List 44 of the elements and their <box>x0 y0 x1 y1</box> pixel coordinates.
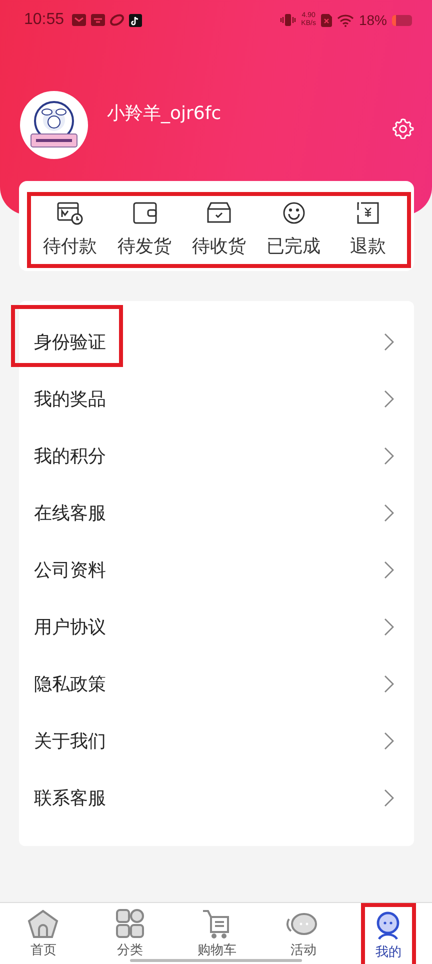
menu-item[interactable]: 关于我们 <box>19 712 414 769</box>
settings-icon[interactable] <box>392 117 414 139</box>
menu-item[interactable]: 用户协议 <box>19 598 414 655</box>
chevron-right-icon <box>384 560 394 578</box>
wifi-icon <box>336 14 354 26</box>
menu-item[interactable]: 公司资料 <box>19 541 414 598</box>
sim-icon <box>320 14 332 26</box>
order-status-button[interactable]: 待付款 <box>35 200 105 258</box>
menu-item[interactable]: 身份验证 <box>19 313 414 370</box>
wallet-icon <box>130 200 158 226</box>
chevron-right-icon <box>384 504 394 522</box>
chevron-right-icon <box>384 390 394 408</box>
menu-item[interactable]: 我的奖品 <box>19 370 414 427</box>
box-icon <box>205 200 233 226</box>
bill-clock-icon <box>56 200 84 226</box>
battery-percent: 18% <box>358 12 387 28</box>
music-app-icon <box>129 14 142 26</box>
vibrate-icon <box>280 13 296 27</box>
home-icon <box>26 908 60 938</box>
tab-item[interactable]: 我的 <box>360 903 416 964</box>
chevron-right-icon <box>384 788 394 806</box>
order-status-button[interactable]: 退款 <box>333 200 403 258</box>
order-status-button[interactable]: 已完成 <box>258 200 328 258</box>
menu-item[interactable]: 在线客服 <box>19 484 414 541</box>
chevron-right-icon <box>384 674 394 692</box>
chevron-right-icon <box>384 446 394 464</box>
username: 小羚羊_ojr6fc <box>107 102 222 125</box>
chevron-right-icon <box>384 332 394 350</box>
menu-item[interactable]: 我的积分 <box>19 427 414 484</box>
menu-item[interactable]: 联系客服 <box>19 769 414 826</box>
leaf-icon <box>110 14 124 26</box>
order-status-button[interactable]: 待发货 <box>110 200 180 258</box>
mail-icon <box>72 14 86 26</box>
chevron-right-icon <box>384 732 394 750</box>
order-status-button[interactable]: 待收货 <box>184 200 254 258</box>
menu-item[interactable]: 隐私政策 <box>19 655 414 712</box>
tab-item[interactable]: 分类 <box>86 903 174 964</box>
status-time: 10:55 <box>24 11 64 29</box>
inbox-icon <box>91 14 106 26</box>
battery-icon <box>392 14 412 26</box>
tab-item[interactable]: 首页 <box>0 903 87 964</box>
tab-item[interactable]: 活动 <box>260 903 347 964</box>
tab-item[interactable]: 购物车 <box>173 903 260 964</box>
chevron-right-icon <box>384 618 394 636</box>
